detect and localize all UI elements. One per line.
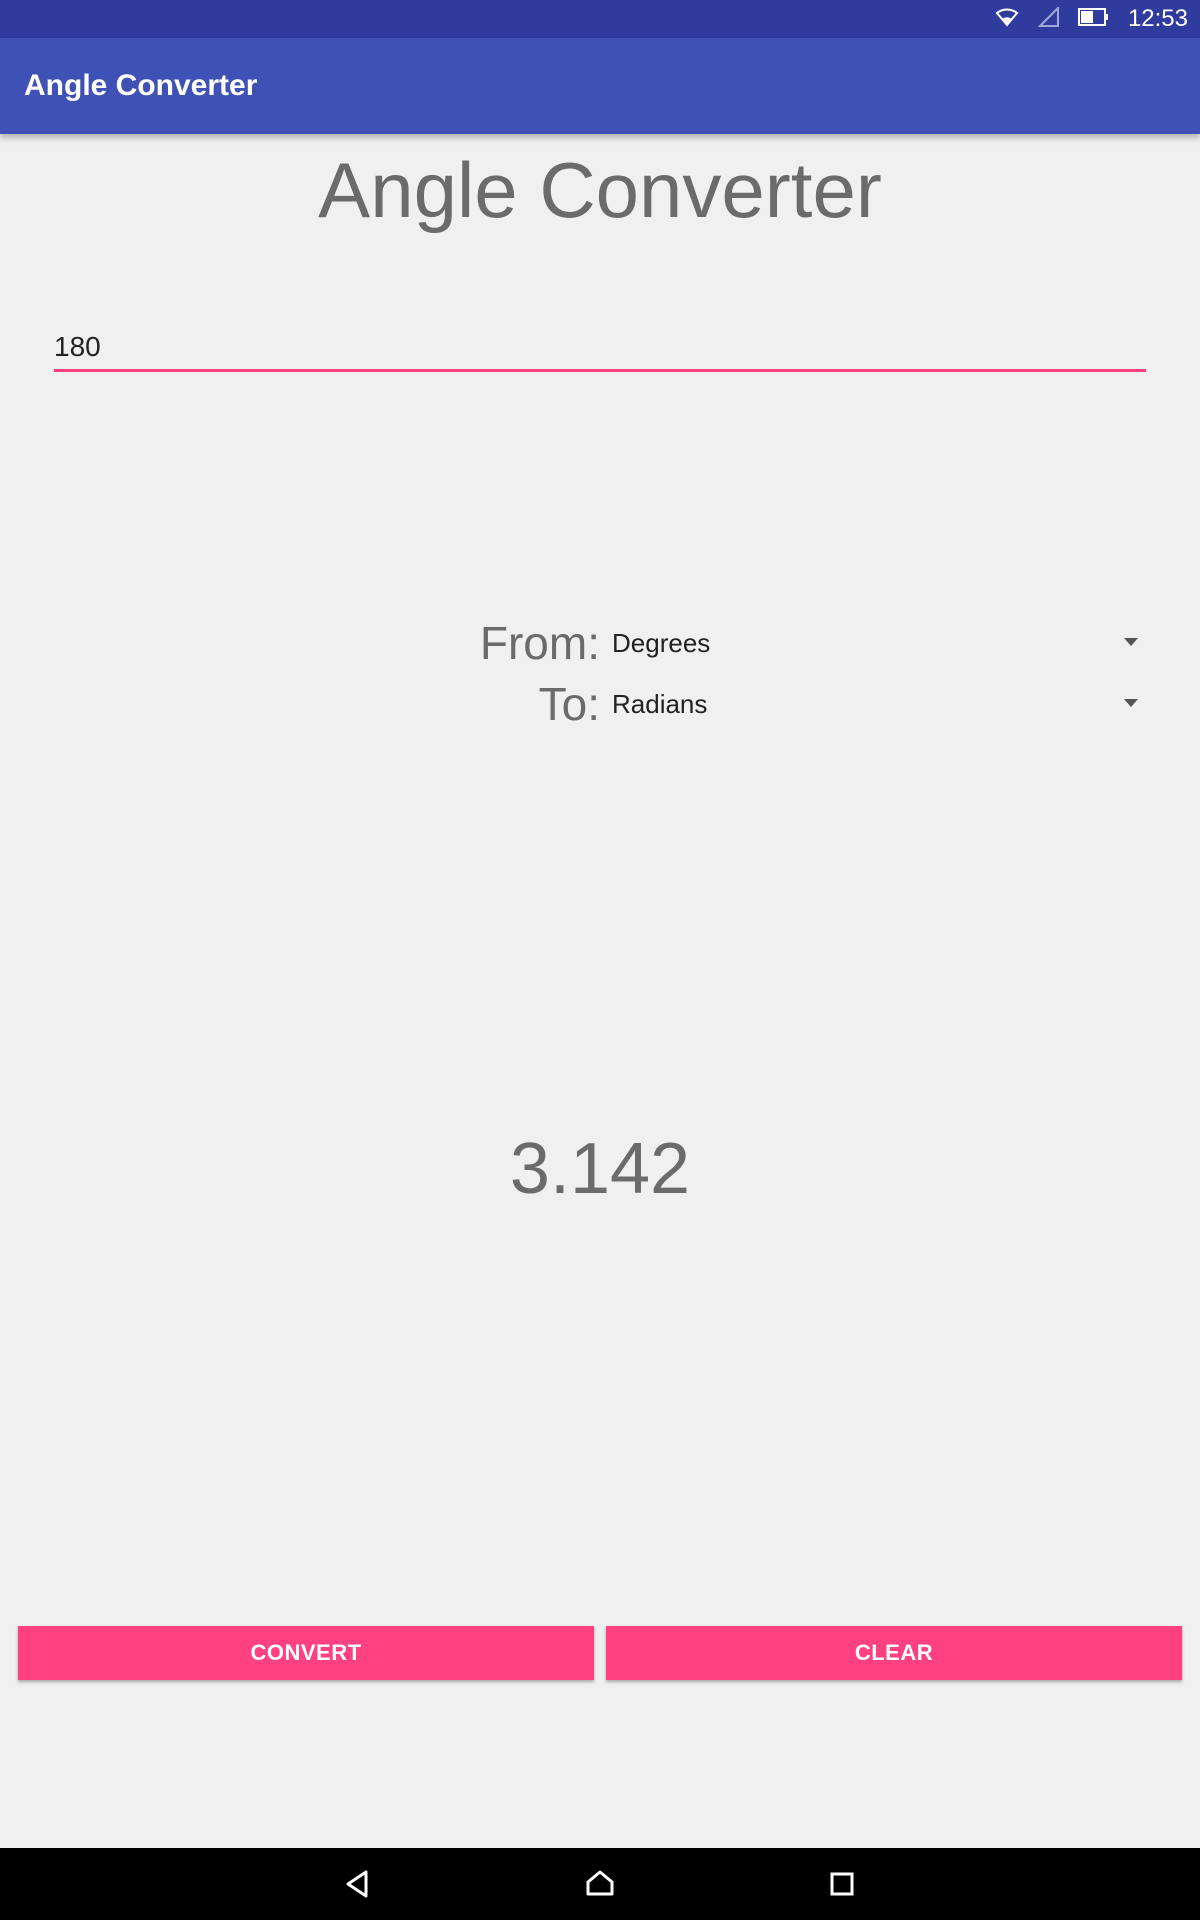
app-bar: Angle Converter xyxy=(0,38,1200,134)
input-underline xyxy=(54,369,1146,372)
navigation-bar xyxy=(0,1848,1200,1920)
from-unit-spinner[interactable]: Degrees xyxy=(612,613,1146,673)
to-unit-value: Radians xyxy=(612,689,708,719)
wifi-icon xyxy=(994,7,1020,32)
signal-icon xyxy=(1037,5,1060,32)
home-icon[interactable] xyxy=(582,1866,618,1902)
result-value: 3.142 xyxy=(509,1129,691,1209)
from-row: From: Degrees xyxy=(0,613,1200,673)
app-bar-title: Angle Converter xyxy=(24,69,258,102)
status-icons: 12:53 xyxy=(994,0,1188,38)
page-title: Angle Converter xyxy=(318,146,882,234)
convert-button[interactable]: CONVERT xyxy=(18,1626,594,1680)
angle-input-container xyxy=(54,325,1146,373)
chevron-down-icon xyxy=(1124,699,1138,707)
clear-button[interactable]: CLEAR xyxy=(606,1626,1182,1680)
status-bar: 12:53 xyxy=(0,0,1200,38)
screen: 12:53 Angle Converter Angle Converter Fr… xyxy=(0,0,1200,1920)
angle-input[interactable] xyxy=(54,325,1146,369)
status-time: 12:53 xyxy=(1127,5,1188,32)
to-unit-spinner[interactable]: Radians xyxy=(612,674,1146,734)
back-icon[interactable] xyxy=(340,1866,376,1902)
to-label: To: xyxy=(538,678,600,730)
from-label: From: xyxy=(479,617,600,669)
battery-icon xyxy=(1077,7,1110,32)
chevron-down-icon xyxy=(1124,638,1138,646)
from-unit-value: Degrees xyxy=(612,628,711,658)
recents-icon[interactable] xyxy=(824,1866,860,1902)
to-row: To: Radians xyxy=(0,674,1200,734)
